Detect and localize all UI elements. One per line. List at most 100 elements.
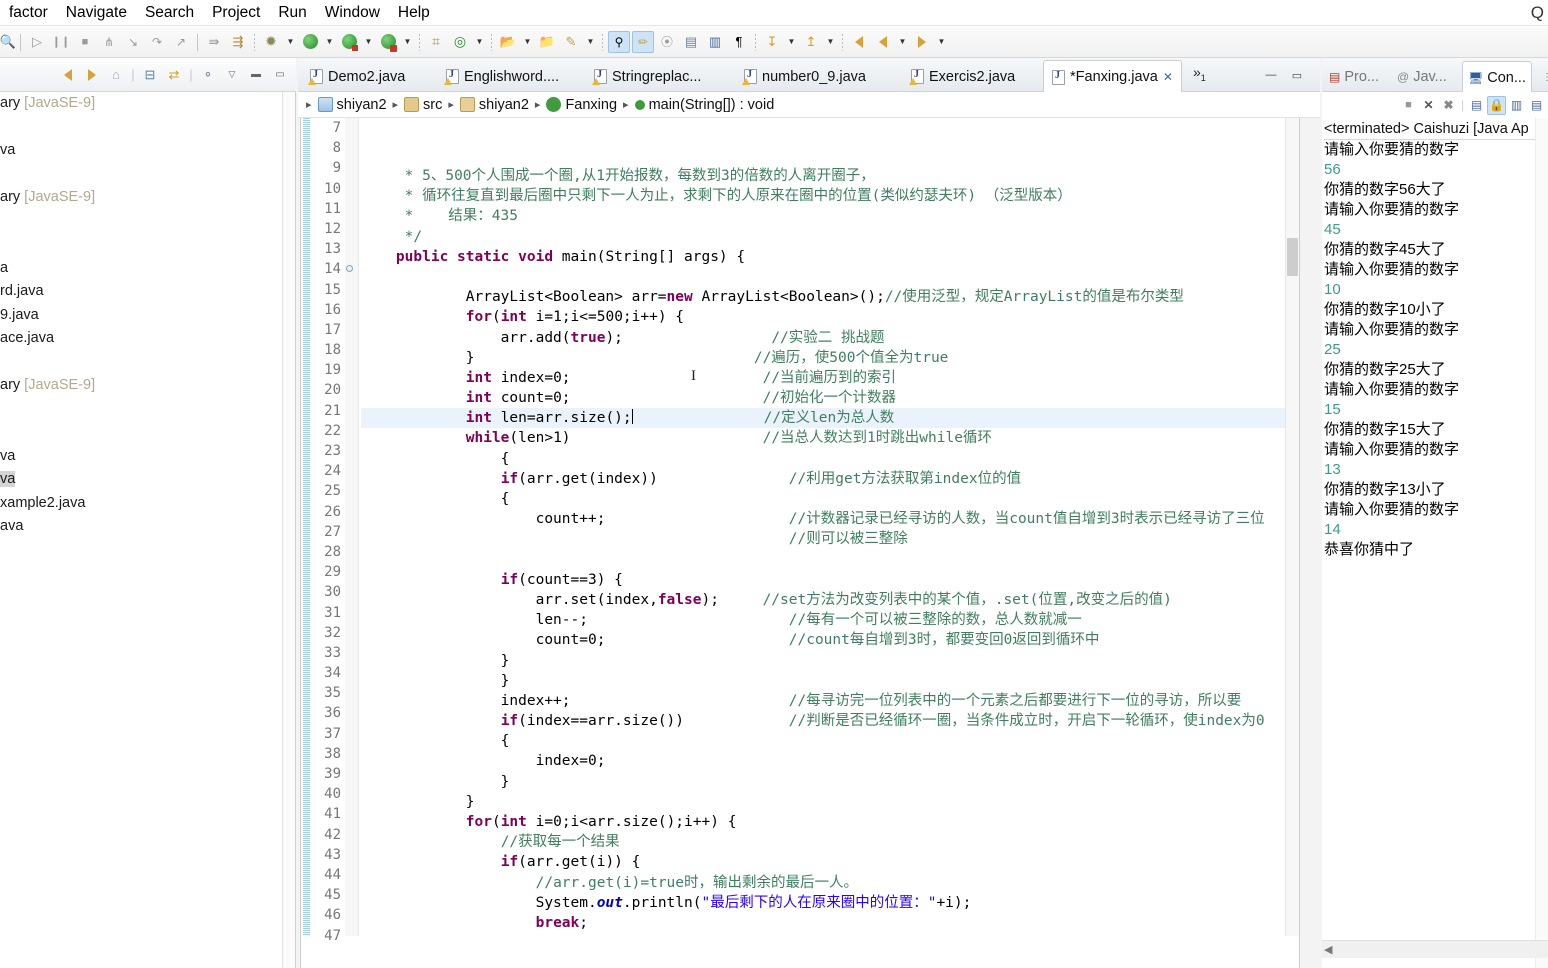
step-into-icon[interactable]: ↘ <box>122 31 144 53</box>
external-tools-dropdown-icon[interactable]: ▼ <box>401 31 414 53</box>
tree-item[interactable] <box>0 210 283 234</box>
fold-marker[interactable] <box>345 603 358 623</box>
fold-marker[interactable] <box>345 542 358 562</box>
fold-marker[interactable] <box>345 259 358 279</box>
fold-marker[interactable] <box>345 764 358 784</box>
more-tabs-chevron-icon[interactable]: »1 <box>1193 64 1206 83</box>
console-output[interactable]: 请输入你要猜的数字 56 你猜的数字56大了 请输入你要猜的数字 45 你猜的数字45大了… <box>1324 140 1534 940</box>
tree-item[interactable] <box>0 398 283 422</box>
code-line[interactable]: int count=0; //初始化一个计数器 <box>361 388 1286 408</box>
tab-console[interactable]: 🖥 Con... <box>1462 61 1532 93</box>
fold-marker[interactable] <box>345 461 358 481</box>
code-line[interactable] <box>361 267 1286 287</box>
menu-run[interactable]: Run <box>269 0 315 26</box>
open-task-icon[interactable]: ⇛ <box>203 31 225 53</box>
fold-marker[interactable] <box>345 280 358 300</box>
code-line[interactable]: } <box>361 651 1286 671</box>
code-line[interactable]: int len=arr.size(); //定义len为总人数 <box>361 408 1286 429</box>
tree-item[interactable]: ava <box>0 515 283 539</box>
fold-marker[interactable] <box>345 825 358 845</box>
skip-all-breakpoints-icon[interactable]: ⇶ <box>227 31 249 53</box>
pin-console-icon[interactable]: ▥ <box>1507 96 1526 115</box>
code-line[interactable]: if(arr.get(index)) //利用get方法获取第index位的值 <box>361 469 1286 489</box>
forward-arrow-icon[interactable] <box>82 65 102 85</box>
code-line[interactable]: int index=0; //当前遍历到的索引 <box>361 368 1286 388</box>
tree-item[interactable] <box>0 421 283 445</box>
code-line[interactable]: if(count==3) { <box>361 570 1286 590</box>
previous-annotation-icon[interactable]: ↧ <box>761 31 783 53</box>
code-line[interactable]: ArrayList<Boolean> arr=new ArrayList<Boo… <box>361 287 1286 307</box>
step-over-icon[interactable]: ↷ <box>146 31 168 53</box>
fold-marker[interactable] <box>345 502 358 522</box>
code-line[interactable]: //则可以被三整除 <box>361 529 1286 549</box>
fold-marker[interactable] <box>345 683 358 703</box>
debug-resume-icon[interactable]: ▷ <box>26 31 48 53</box>
skip-breakpoints-icon[interactable]: ⦿ <box>656 31 678 53</box>
console-vertical-scrollbar[interactable] <box>1535 118 1548 968</box>
forward-history-icon[interactable] <box>872 31 894 53</box>
breadcrumb-class[interactable]: Fanxing <box>565 97 617 113</box>
code-line[interactable]: { <box>361 489 1286 509</box>
fold-marker[interactable] <box>345 926 358 946</box>
fold-marker[interactable] <box>345 865 358 885</box>
code-line[interactable]: } <box>361 933 1286 936</box>
back-history-icon[interactable] <box>848 31 870 53</box>
code-line[interactable]: } <box>361 671 1286 691</box>
editor-tab-exercis2[interactable]: Exercis2.java <box>903 61 1023 92</box>
coverage-as-dropdown-icon[interactable]: ▼ <box>362 31 375 53</box>
fold-marker[interactable] <box>345 300 358 320</box>
code-line[interactable]: for(int i=0;i<arr.size();i++) { <box>361 812 1286 832</box>
tree-item[interactable]: 9.java <box>0 304 283 328</box>
code-line[interactable] <box>361 550 1286 570</box>
code-line[interactable]: * 5、500个人围成一个圈,从1开始报数，每数到3的倍数的人离开圈子， <box>361 166 1286 186</box>
search-dropdown-icon[interactable]: ▼ <box>584 31 597 53</box>
code-line[interactable]: //获取每一个结果 <box>361 832 1286 852</box>
remove-all-launches-icon[interactable]: ✖ <box>1439 96 1458 115</box>
previous-annotation-dropdown-icon[interactable]: ▼ <box>785 31 798 53</box>
fold-marker[interactable] <box>345 744 358 764</box>
code-line[interactable]: if(index==arr.size()) //判断是否已经循环一圈，当条件成立… <box>361 711 1286 731</box>
code-line[interactable]: index++; //每寻访完一位列表中的一个元素之后都要进行下一位的寻访，所以… <box>361 691 1286 711</box>
fold-marker[interactable] <box>345 199 358 219</box>
fold-marker[interactable] <box>345 421 358 441</box>
link-with-editor-icon[interactable]: ⇄ <box>164 65 184 85</box>
last-edit-location-icon[interactable] <box>911 31 933 53</box>
tree-item[interactable]: va <box>0 139 283 163</box>
debug-as-icon[interactable]: ✹ <box>260 31 282 53</box>
tab-javadoc[interactable]: @ Jav... <box>1392 62 1452 92</box>
code-line[interactable]: * 循环往复直到最后圈中只剩下一人为止，求剩下的人原来在圈中的位置(类似约瑟夫环… <box>361 186 1286 206</box>
scroll-left-arrow-icon[interactable]: ◀ <box>1324 943 1332 956</box>
tree-item[interactable]: ary [JavaSE-9] <box>0 374 283 398</box>
view-menu-icon[interactable]: ▽ <box>222 65 242 85</box>
breadcrumb-package[interactable]: shiyan2 <box>479 97 529 113</box>
pencil-highlight-icon[interactable]: ✏ <box>632 30 654 53</box>
fold-marker[interactable] <box>345 562 358 582</box>
tree-item[interactable] <box>0 163 283 187</box>
home-icon[interactable]: ⌂ <box>106 65 126 85</box>
debug-terminate-icon[interactable]: ■ <box>74 31 96 53</box>
fold-marker[interactable] <box>345 138 358 158</box>
display-selected-console-icon[interactable]: ▤ <box>1527 96 1546 115</box>
fold-marker[interactable] <box>345 380 358 400</box>
tree-item[interactable]: ary [JavaSE-9] <box>0 92 283 116</box>
folding-column[interactable] <box>345 118 359 936</box>
last-edit-dropdown-icon[interactable]: ▼ <box>935 31 948 53</box>
show-source-quick-icon[interactable]: ▥ <box>704 31 726 53</box>
code-editor[interactable]: 7 8 9 10 11 12 13 14 15 16 17 18 19 20 21 22 23 24 25 26 27 2… <box>300 118 1300 968</box>
tree-item[interactable] <box>0 116 283 140</box>
editor-tab-demo2[interactable]: Demo2.java <box>302 61 413 92</box>
code-line[interactable]: break; <box>361 913 1286 933</box>
code-line[interactable]: { <box>361 731 1286 751</box>
code-line[interactable]: * 结果：435 <box>361 206 1286 226</box>
filters-icon[interactable]: ⚬ <box>198 65 218 85</box>
fold-marker[interactable] <box>345 905 358 925</box>
editor-vertical-scrollbar[interactable] <box>1285 118 1299 936</box>
menu-search[interactable]: Search <box>136 0 203 26</box>
tree-item[interactable]: a <box>0 257 283 281</box>
coverage-as-icon[interactable] <box>338 31 360 53</box>
fold-marker[interactable] <box>345 845 358 865</box>
remove-launch-icon[interactable]: ✕ <box>1419 96 1438 115</box>
fold-marker[interactable] <box>345 340 358 360</box>
quick-access-icon[interactable]: Q <box>1531 0 1544 26</box>
code-line[interactable]: */ <box>361 227 1286 247</box>
